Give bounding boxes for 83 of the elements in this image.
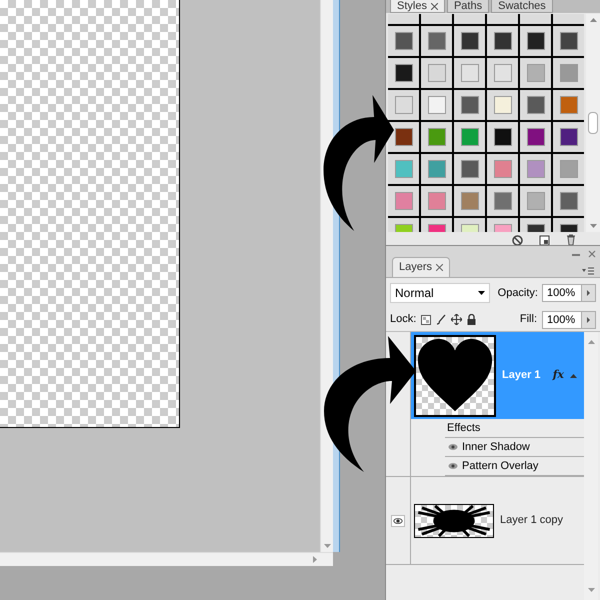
style-swatch[interactable]: [560, 160, 578, 178]
style-swatch[interactable]: [560, 96, 578, 114]
opacity-label: Opacity:: [498, 286, 538, 301]
swatch-cell: [421, 14, 452, 24]
scroll-down-icon[interactable]: [588, 588, 594, 592]
expand-arrow-icon[interactable]: [570, 374, 577, 378]
swatch-cell: [454, 14, 485, 24]
effect-name[interactable]: Inner Shadow: [462, 438, 530, 456]
style-swatch[interactable]: [494, 160, 512, 178]
effect-name[interactable]: Pattern Overlay: [462, 458, 538, 474]
style-swatch[interactable]: [526, 64, 544, 82]
swatch-cell: [487, 14, 518, 24]
style-swatch[interactable]: [428, 64, 446, 82]
style-swatch[interactable]: [428, 192, 446, 210]
scroll-down-icon[interactable]: [324, 544, 330, 548]
swatch-cell: [553, 14, 584, 24]
arrow-right-icon[interactable]: [587, 316, 590, 322]
eye-icon[interactable]: [448, 443, 458, 451]
style-swatch[interactable]: [428, 32, 446, 50]
style-swatch[interactable]: [394, 192, 412, 210]
scroll-up-icon[interactable]: [590, 18, 596, 22]
panel-menu-icon[interactable]: [582, 267, 594, 275]
brush-icon[interactable]: [436, 314, 446, 325]
style-swatch[interactable]: [460, 96, 478, 114]
style-swatch[interactable]: [428, 160, 446, 178]
style-swatch[interactable]: [494, 64, 512, 82]
panel-tab[interactable]: Swatches: [491, 0, 553, 13]
blend-mode-dropdown[interactable]: Normal: [390, 283, 490, 303]
scroll-thumb[interactable]: [588, 112, 598, 134]
panel-tab[interactable]: Paths: [446, 0, 490, 13]
swatch-cell: [520, 14, 551, 24]
move-icon[interactable]: [451, 314, 462, 325]
vertical-scrollbar[interactable]: [584, 332, 598, 600]
trash-icon[interactable]: [566, 234, 576, 246]
opacity-field[interactable]: 100%: [542, 284, 596, 302]
style-swatch[interactable]: [394, 96, 412, 114]
dropdown-caret-icon: [478, 291, 485, 295]
fill-field[interactable]: 100%: [542, 310, 596, 328]
vertical-scrollbar[interactable]: [586, 14, 600, 232]
no-symbol-icon[interactable]: [512, 234, 523, 246]
style-swatch[interactable]: [494, 32, 512, 50]
arrow-right-icon[interactable]: [587, 290, 590, 296]
style-swatch[interactable]: [560, 64, 578, 82]
style-swatch[interactable]: [460, 128, 478, 146]
style-swatch[interactable]: [460, 32, 478, 50]
new-item-icon[interactable]: [539, 234, 550, 246]
scroll-down-icon[interactable]: [590, 224, 596, 228]
style-swatch[interactable]: [460, 160, 478, 178]
style-swatch[interactable]: [526, 32, 544, 50]
style-swatch[interactable]: [428, 96, 446, 114]
close-icon[interactable]: [430, 2, 438, 10]
style-swatch[interactable]: [526, 128, 544, 146]
horizontal-scrollbar[interactable]: [0, 552, 333, 566]
style-swatch[interactable]: [494, 96, 512, 114]
layer-row[interactable]: Layer 1 fx: [411, 332, 584, 419]
scroll-right-icon[interactable]: [313, 556, 317, 563]
fx-icon[interactable]: fx: [552, 367, 564, 384]
lock-label: Lock:: [390, 312, 416, 328]
lock-transparency-icon[interactable]: [421, 314, 432, 324]
eye-icon[interactable]: [391, 514, 405, 526]
lock-icon[interactable]: [467, 314, 476, 325]
panel-tab[interactable]: Styles: [390, 0, 445, 13]
eye-icon[interactable]: [448, 462, 458, 470]
style-swatch[interactable]: [494, 128, 512, 146]
style-swatch[interactable]: [560, 192, 578, 210]
scroll-up-icon[interactable]: [588, 340, 594, 344]
style-swatch[interactable]: [428, 128, 446, 146]
fill-label: Fill:: [520, 312, 537, 328]
style-swatch[interactable]: [394, 128, 412, 146]
close-icon[interactable]: [588, 250, 596, 258]
style-swatch[interactable]: [560, 32, 578, 50]
style-swatch[interactable]: [460, 192, 478, 210]
style-swatch[interactable]: [394, 64, 412, 82]
layers-tab[interactable]: Layers: [392, 257, 450, 277]
style-swatch[interactable]: [394, 32, 412, 50]
close-icon[interactable]: [436, 264, 444, 271]
style-swatch[interactable]: [526, 96, 544, 114]
style-swatch[interactable]: [394, 160, 412, 178]
style-swatch[interactable]: [526, 192, 544, 210]
style-swatch[interactable]: [526, 160, 544, 178]
style-swatch[interactable]: [494, 192, 512, 210]
style-swatch[interactable]: [460, 64, 478, 82]
style-swatch[interactable]: [560, 128, 578, 146]
